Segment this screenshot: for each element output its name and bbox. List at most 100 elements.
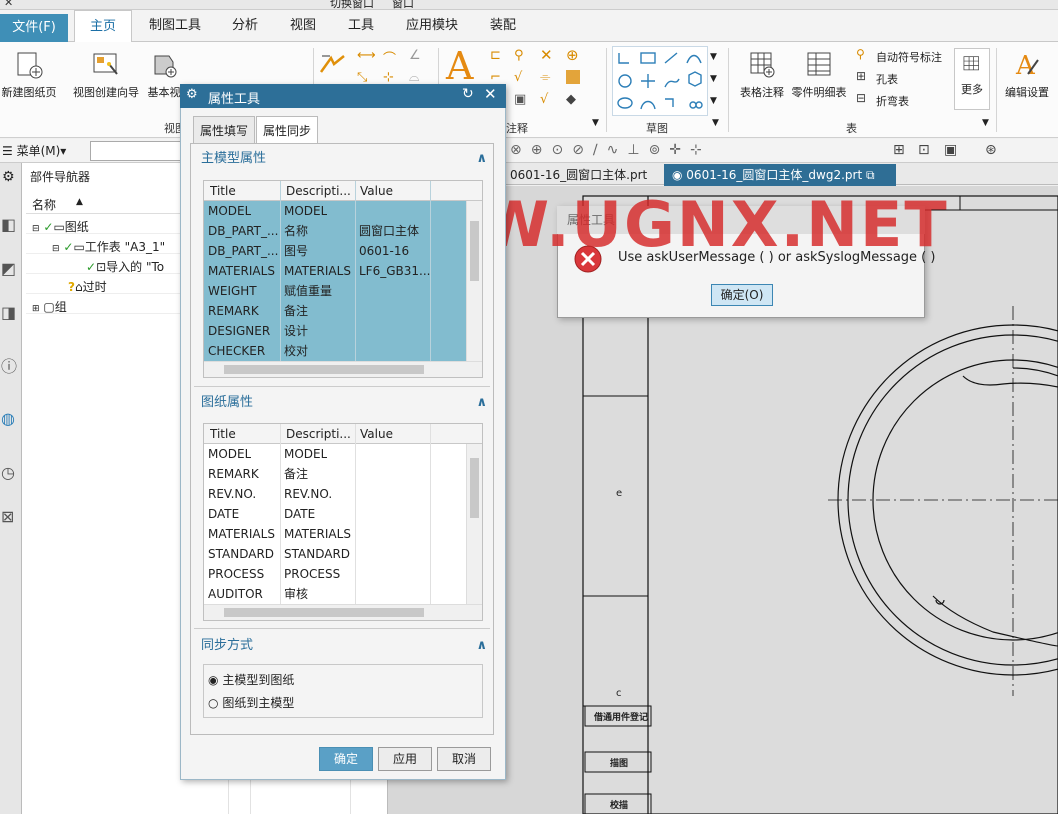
chevron-down-icon[interactable]: ▼ — [592, 118, 599, 128]
chevron-down-icon[interactable]: ▼ — [710, 74, 717, 84]
grid-row[interactable]: STANDARD STANDARD — [204, 544, 466, 564]
datum-icon[interactable]: ⚲ — [514, 48, 530, 64]
parts-list-button[interactable]: 零件明细表 — [788, 50, 850, 100]
tree-item-drawing[interactable]: ⊟ ✓▭图纸 — [32, 218, 89, 235]
tab-tools[interactable]: 工具 — [338, 10, 384, 42]
leader-icon[interactable]: √ — [540, 92, 556, 108]
radial-dim-icon[interactable]: ⌒ — [383, 48, 399, 67]
tab-view[interactable]: 视图 — [280, 10, 326, 42]
tab-assembly[interactable]: 装配 — [480, 10, 526, 42]
horizontal-scrollbar[interactable] — [204, 361, 482, 377]
grid-row[interactable]: AUDITOR 审核 — [204, 584, 466, 604]
grid-row[interactable]: MATERIALS MATERIALS LF6_GB31... — [204, 261, 466, 281]
base-view-button[interactable]: 基本视 — [144, 50, 184, 100]
grid-row[interactable]: CHECKER 校对 — [204, 341, 466, 361]
file-menu-tab[interactable]: 文件(F) — [0, 14, 68, 42]
display-icon[interactable]: ▣ — [944, 142, 957, 158]
cell-value[interactable]: LF6_GB31... — [359, 261, 430, 281]
grid-row[interactable]: WEIGHT 赋值重量 — [204, 281, 466, 301]
more-button[interactable]: 更多 — [954, 48, 990, 110]
scroll-thumb[interactable] — [224, 365, 424, 374]
grid-row[interactable]: PROCESS PROCESS — [204, 564, 466, 584]
linear-dim-icon[interactable]: ⟷ — [357, 48, 376, 64]
collapse-chevron-icon[interactable]: ∧ — [476, 633, 487, 659]
message-ok-button[interactable]: 确定(O) — [711, 284, 773, 306]
grid-row[interactable]: REV.NO. REV.NO. — [204, 484, 466, 504]
fill-icon[interactable]: ◆ — [566, 92, 582, 108]
grid-row[interactable]: REMARK 备注 — [204, 464, 466, 484]
col-title[interactable]: Title — [210, 181, 236, 201]
cell-value[interactable]: 圆窗口主体 — [359, 221, 419, 241]
grid-row[interactable]: MODEL MODEL — [204, 444, 466, 464]
vertical-scrollbar[interactable] — [466, 444, 482, 604]
section-drawing-header[interactable]: 图纸属性 ∧ — [195, 390, 491, 416]
target-point-icon[interactable]: ⊕ — [566, 46, 582, 64]
tab-property-fill[interactable]: 属性填写 — [193, 116, 256, 144]
grid-row[interactable]: DESIGNER 设计 — [204, 321, 466, 341]
web-browser-icon[interactable]: ◍ — [1, 409, 15, 428]
grid-row[interactable]: DATE DATE — [204, 504, 466, 524]
tab-analysis[interactable]: 分析 — [222, 10, 268, 42]
scroll-thumb[interactable] — [470, 221, 479, 281]
table-note-button[interactable]: 表格注释 — [734, 50, 790, 100]
cell-value[interactable]: 0601-16 — [359, 241, 409, 261]
grid-row[interactable]: MATERIALS MATERIALS — [204, 524, 466, 544]
chevron-down-icon[interactable]: ▼ — [710, 96, 717, 106]
collapse-icon[interactable]: ⊟ — [52, 244, 60, 254]
gear-icon[interactable]: ⚙ — [2, 169, 15, 185]
window-menu-button[interactable]: 窗口 — [392, 0, 414, 9]
reuse-library-icon[interactable]: ◨ — [1, 303, 16, 322]
feature-control-icon[interactable]: ⊏ — [490, 48, 506, 64]
hatch-icon[interactable] — [566, 70, 580, 84]
popout-icon[interactable]: ⧉ — [866, 168, 875, 182]
view-wizard-button[interactable]: 视图创建向导 — [70, 50, 142, 100]
tab-drafting-tools[interactable]: 制图工具 — [140, 10, 210, 42]
weld-icon[interactable]: ⌯ — [540, 70, 556, 86]
tree-item-outdated[interactable]: ?⌂过时 — [68, 278, 107, 295]
sketch-gallery[interactable] — [612, 46, 708, 116]
column-name-header[interactable]: 名称 — [32, 196, 56, 213]
collapse-icon[interactable]: ⊟ — [32, 224, 40, 234]
surface-finish-icon[interactable]: √ — [514, 70, 530, 86]
part-nav-icon[interactable]: ◩ — [1, 259, 16, 278]
edit-settings-button[interactable]: A 编辑设置 — [1000, 50, 1054, 100]
sync-option-drawing-to-master[interactable]: ○ 图纸到主模型 — [208, 694, 294, 711]
cancel-button[interactable]: 取消 — [437, 747, 491, 771]
close-icon[interactable]: ✕ — [484, 85, 497, 103]
new-sheet-button[interactable]: 新建图纸页 — [0, 50, 58, 100]
tab-property-sync[interactable]: 属性同步 — [256, 116, 319, 144]
hole-table-button[interactable]: 孔表 — [876, 71, 898, 87]
sync-option-master-to-drawing[interactable]: ◉ 主模型到图纸 — [208, 671, 294, 688]
col-title[interactable]: Title — [210, 424, 236, 444]
chevron-down-icon[interactable]: ▼ — [710, 52, 717, 62]
tree-item-worksheet[interactable]: ⊟ ✓▭工作表 "A3_1" — [52, 238, 165, 255]
tree-item-imported[interactable]: ✓⊡导入的 "To — [86, 258, 164, 275]
role-icon[interactable]: ⊠ — [1, 507, 14, 526]
command-finder-input[interactable] — [90, 141, 185, 161]
auto-balloon-button[interactable]: 自动符号标注 — [876, 49, 942, 65]
col-description[interactable]: Descripti... — [286, 181, 351, 201]
sort-arrow-icon[interactable]: ▲ — [76, 197, 83, 207]
render-style-icon[interactable]: ⊛ — [985, 142, 997, 158]
cross-icon[interactable]: ✕ — [540, 46, 556, 64]
col-description[interactable]: Descripti... — [286, 424, 351, 444]
tab-home[interactable]: 主页 — [74, 10, 132, 43]
scroll-thumb[interactable] — [224, 608, 424, 617]
tree-item-group[interactable]: ⊞ ▢组 — [32, 298, 67, 315]
info-icon[interactable]: ⓘ — [1, 353, 17, 377]
collapse-chevron-icon[interactable]: ∧ — [476, 146, 487, 172]
scroll-thumb[interactable] — [470, 458, 479, 518]
radio-selected-icon[interactable]: ◉ — [208, 673, 218, 687]
chevron-down-icon[interactable]: ▼ — [982, 118, 989, 128]
rapid-dimension-icon[interactable] — [318, 52, 348, 78]
vertical-scrollbar[interactable] — [466, 201, 482, 361]
sheet-icon[interactable]: ⊞ — [893, 142, 905, 158]
menu-button[interactable]: ☰ 菜单(M)▾ — [2, 142, 66, 159]
chevron-down-icon[interactable]: ▼ — [712, 118, 719, 128]
radio-unselected-icon[interactable]: ○ — [208, 696, 218, 710]
horizontal-scrollbar[interactable] — [204, 604, 482, 620]
grid-row[interactable]: DB_PART_... 图号 0601-16 — [204, 241, 466, 261]
col-value[interactable]: Value — [360, 424, 393, 444]
col-value[interactable]: Value — [360, 181, 393, 201]
zoom-fit-icon[interactable]: ⊡ — [918, 142, 930, 158]
